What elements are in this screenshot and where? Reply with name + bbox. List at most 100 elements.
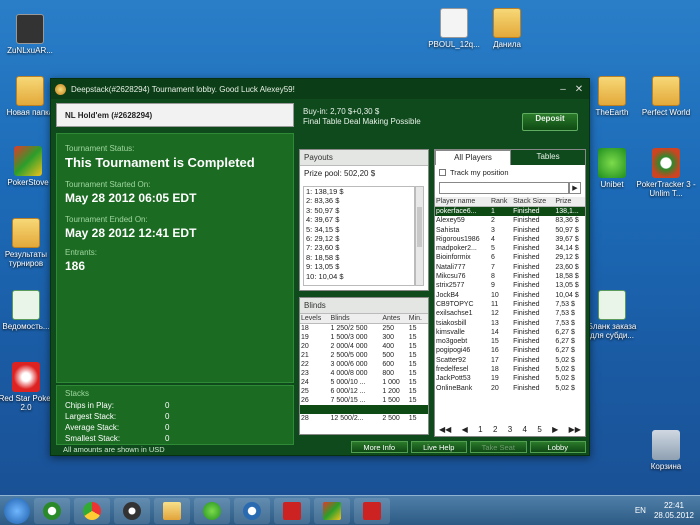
- lobby-button[interactable]: Lobby: [529, 441, 586, 453]
- page-1[interactable]: 1: [478, 425, 482, 434]
- col-player-name[interactable]: Player name: [435, 197, 490, 207]
- col-prize[interactable]: Prize: [554, 197, 585, 207]
- player-row[interactable]: pokerface6... 1 Finished 138,1...: [435, 206, 585, 217]
- track-position[interactable]: Track my position: [435, 165, 585, 180]
- desktop-icon[interactable]: Perfect World: [634, 76, 698, 117]
- taskbar-app[interactable]: [74, 497, 110, 524]
- player-cell: pogipogi46: [436, 347, 471, 355]
- desktop-icon[interactable]: Данила: [475, 8, 539, 49]
- player-row[interactable]: tsiakosbill 13 Finished 7,53 $: [435, 319, 585, 328]
- player-row[interactable]: Mikcsu76 8 Finished 18,58 $: [435, 272, 585, 281]
- blind-cell: 25: [301, 388, 309, 395]
- prev-page-button[interactable]: ◀: [462, 425, 468, 434]
- player-row[interactable]: JockB4 10 Finished 10,04 $: [435, 291, 585, 300]
- page-4[interactable]: 4: [523, 425, 527, 434]
- player-cell: 10,04 $: [555, 291, 579, 299]
- close-button[interactable]: ✕: [573, 84, 585, 95]
- track-checkbox[interactable]: [439, 169, 446, 176]
- player-row[interactable]: mo3goebt 15 Finished 6,27 $: [435, 337, 585, 346]
- taskbar-app[interactable]: [154, 497, 190, 524]
- language-indicator[interactable]: EN: [635, 506, 646, 515]
- started-value: May 28 2012 06:05 EDT: [65, 191, 197, 205]
- payout-scrollbar[interactable]: [415, 186, 424, 286]
- blind-row: 25 6 000/12 ... 1 200 15: [300, 387, 428, 396]
- blind-cell: 6 000/12 ...: [330, 388, 366, 395]
- taskbar-app[interactable]: [274, 497, 310, 524]
- folder-icon: [12, 218, 40, 248]
- player-cell: 39,67 $: [555, 235, 579, 243]
- col-min: Min.: [407, 314, 428, 324]
- col-stack-size[interactable]: Stack Size: [512, 197, 555, 207]
- player-row[interactable]: strix2577 9 Finished 13,05 $: [435, 281, 585, 290]
- player-row[interactable]: Bioinformix 6 Finished 29,12 $: [435, 253, 585, 262]
- blind-row: 18 1 250/2 500 250 15: [300, 324, 428, 334]
- player-row[interactable]: exilsachse1 12 Finished 7,53 $: [435, 309, 585, 318]
- archive-icon: [440, 8, 468, 38]
- page-2[interactable]: 2: [493, 425, 497, 434]
- player-row[interactable]: Scatter92 17 Finished 5,02 $: [435, 356, 585, 365]
- taskbar-app[interactable]: [194, 497, 230, 524]
- player-cell: 18: [490, 366, 499, 374]
- taskbar-app[interactable]: [234, 497, 270, 524]
- page-3[interactable]: 3: [508, 425, 512, 434]
- search-row: ▶: [439, 182, 581, 194]
- player-row[interactable]: fredelfesel 18 Finished 5,02 $: [435, 365, 585, 374]
- folder-icon: [598, 76, 626, 106]
- blind-cell: 600: [382, 361, 394, 368]
- player-cell: Finished: [513, 235, 540, 243]
- payout-row: 5: 34,15 $: [306, 224, 340, 234]
- player-row[interactable]: Alexey59 2 Finished 83,36 $: [435, 216, 585, 225]
- blind-cell: 1 200: [382, 388, 400, 395]
- player-cell: Finished: [513, 375, 540, 383]
- payout-row: 10: 10,04 $: [306, 271, 344, 281]
- player-row[interactable]: JackPott53 19 Finished 5,02 $: [435, 374, 585, 383]
- minimize-button[interactable]: –: [557, 84, 569, 95]
- player-row[interactable]: Rigorous1986 4 Finished 39,67 $: [435, 235, 585, 244]
- blind-row: 19 1 500/3 000 300 15: [300, 333, 428, 342]
- player-cell: 12: [490, 310, 499, 318]
- tab-tables[interactable]: Tables: [511, 150, 585, 165]
- player-row[interactable]: madpoker2... 5 Finished 34,14 $: [435, 244, 585, 253]
- deposit-button[interactable]: Deposit: [522, 113, 578, 131]
- col-rank[interactable]: Rank: [489, 197, 513, 207]
- page-5[interactable]: 5: [537, 425, 541, 434]
- scroll-thumb[interactable]: [417, 207, 422, 247]
- last-page-button[interactable]: ▶▶: [569, 425, 581, 434]
- clock[interactable]: 22:41 28.05.2012: [654, 501, 694, 521]
- live-help-button[interactable]: Live Help: [410, 441, 467, 453]
- player-cell: Mikcsu76: [436, 273, 466, 281]
- first-page-button[interactable]: ◀◀: [439, 425, 451, 434]
- more-info-button[interactable]: More Info: [351, 441, 408, 453]
- player-row[interactable]: Sahista 3 Finished 50,97 $: [435, 226, 585, 235]
- player-cell: Finished: [513, 254, 540, 262]
- blind-cell: [329, 405, 382, 414]
- player-cell: strix2577: [436, 282, 465, 290]
- blind-cell: 27: [300, 405, 330, 414]
- take-seat-button[interactable]: Take Seat: [470, 441, 527, 453]
- next-page-button[interactable]: ▶: [552, 425, 558, 434]
- player-row[interactable]: pogipogi46 16 Finished 6,27 $: [435, 346, 585, 355]
- blind-cell: [407, 405, 428, 414]
- player-cell: 7: [490, 263, 495, 271]
- player-cell: Finished: [512, 206, 555, 217]
- search-go-button[interactable]: ▶: [569, 182, 581, 194]
- status-label: Tournament Status:: [65, 144, 135, 153]
- desktop-icon[interactable]: PokerTracker 3 - Unlim T...: [634, 148, 698, 198]
- player-row[interactable]: kimsvalle 14 Finished 6,27 $: [435, 328, 585, 337]
- taskbar-app[interactable]: [114, 497, 150, 524]
- taskbar-app[interactable]: [354, 497, 390, 524]
- tab-all-players[interactable]: All Players: [435, 150, 511, 165]
- desktop-icon[interactable]: Корзина: [634, 430, 698, 471]
- payout-list[interactable]: 1: 138,19 $2: 83,36 $3: 50,97 $4: 39,67 …: [303, 186, 415, 286]
- taskbar-app[interactable]: [34, 497, 70, 524]
- desktop-icon[interactable]: ZuNLxuAR...: [0, 14, 62, 55]
- entrants-value: 186: [65, 259, 86, 273]
- player-row[interactable]: CB9TOPYC 11 Finished 7,53 $: [435, 300, 585, 309]
- start-button[interactable]: [4, 497, 30, 524]
- pokerstars-icon: [363, 501, 381, 520]
- player-row[interactable]: OnlineBank 20 Finished 5,02 $: [435, 384, 585, 393]
- player-row[interactable]: Natali777 7 Finished 23,60 $: [435, 263, 585, 272]
- title-bar[interactable]: Deepstack(#2628294) Tournament lobby. Go…: [51, 79, 589, 99]
- taskbar-app[interactable]: [314, 497, 350, 524]
- player-search-input[interactable]: [439, 182, 569, 194]
